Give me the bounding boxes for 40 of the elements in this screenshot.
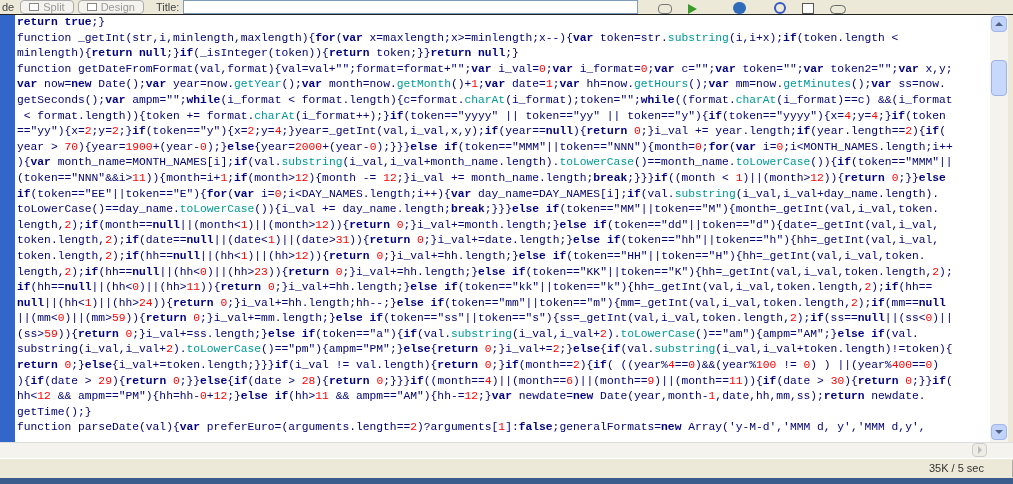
code-line: getSeconds();var ampm="";while(i_format < format.length){c=format.charAt(i_format);token="";while((format.charAt(i_format)==c) &&(i_format	[17, 92, 954, 108]
code-line: null||(hh<1)||(hh>24)){return 0;}i_val+=hh.length;hh--;}else if(token=="mm"||token=="m"){mm=_getInt(val,i_val,token.length,2);if(mm==null	[17, 295, 947, 311]
code-line: substring(i_val,i_val+2).toLowerCase()=="pm"){ampm="PM";}else{return 0;}i_val+=2;}else{if(val.substring(i_val,i_val+token.length)!=token){	[17, 342, 954, 358]
code-line: (ss>59)){return 0;}i_val+=ss.length;}else if(token=="a"){if(val.substring(i_val,i_val+2).toLowerCase()=="am"){ampm="AM";}else if(val.	[17, 326, 920, 342]
code-line: function parseDate(val){var preferEuro=(arguments.length==2)?arguments[1]:false;generalFormats=new Array('y-M-d','MMM d, y','MMM d,y',	[17, 420, 927, 436]
vertical-scrollbar[interactable]	[990, 15, 1008, 442]
code-line: year > 70){year=1900+(year-0);}else{year=2000+(year-0);}}}else if(token=="MMM"||token=="NNN"){month=0;for(var i=0;i<MONTH_NAMES.length;i++	[17, 139, 954, 155]
title-label: Title:	[155, 1, 180, 14]
scroll-down-icon[interactable]	[991, 424, 1007, 440]
code-line: < format.length)){token += format.charAt(i_format++);}if(token=="yyyy" || token=="yy" || token=="y"){if(token=="yyyy"){x=4;y=4;}if(token	[22, 108, 947, 124]
code-line: toLowerCase()==day_name.toLowerCase()){i_val += day_name.length;break;}}}else if(token=="MM"||token=="M"){month=_getInt(val,i_val,token.	[17, 202, 941, 218]
code-line: hh<12 && ampm=="PM"){hh=hh-0+12;}else if(hh>11 && ampm=="AM"){hh-=12;}var newdate=new Date(year,month-1,date,hh,mm,ss);return newdate.	[17, 389, 927, 405]
code-line: =="yy"){x=2;y=2;}if(token=="y"){x=2;y=4;}year=_getInt(val,i_val,x,y);if(year==null){return 0;}i_val += year.length;if(year.length==2){if(	[17, 124, 947, 140]
scroll-up-icon[interactable]	[991, 16, 1007, 32]
view-icon	[29, 3, 40, 11]
view-button[interactable]: Split	[20, 0, 74, 14]
code-line: token.length,2);if(hh==null||(hh<1)||(hh>12)){return 0;}i_val+=hh.length;}else if(token=="HH"||token=="H"){hh=_getInt(val,i_val,token.	[17, 248, 927, 264]
code-line: if(hh==null||(hh<0)||(hh>11)){return 0;}i_val+=hh.length;}else if(token=="kk"||token=="k"){hh=_getInt(val,i_val,token.length,2);if(hh==	[17, 280, 934, 296]
code-line: var now=new Date();var year=now.getYear();var month=now.getMonth()+1;var date=1;var hh=now.getHours();var mm=now.getMinutes();var ss=now.	[17, 77, 947, 93]
code-line: (token=="NNN"&&i>11)){month=i+1;if(month>12){month -= 12;}i_val += month_name.length;break;}}}if((month < 1)||(month>12)){return 0;}}else	[17, 170, 947, 186]
code-line: ){if(date > 29){return 0;}}else{if(date > 28){return 0;}}}if((month==4)||(month==6)||(month==9)||(month==11)){if(date > 30){return 0;}}if(	[17, 373, 954, 389]
code-line: ){var month_name=MONTH_NAMES[i];if(val.substring(i_val,i_val+month_name.length).toLowerCase()==month_name.toLowerCase()){if(token=="MMM"||	[17, 155, 954, 171]
view-button[interactable]: Design	[77, 0, 144, 14]
status-text: 35K / 5 sec	[928, 460, 1013, 477]
code-line: ||(mm<0)||(mm>59)){return 0;}i_val+=mm.length;}else if(token=="ss"||token=="s"){ss=_getInt(val,i_val,token.length,2);if(ss==null||(ss<0)||	[17, 311, 954, 327]
horizontal-scrollbar[interactable]	[0, 442, 1013, 458]
code-line: return 0;}else{i_val+=token.length;}}}if(i_val != val.length){return 0;}if(month==2){if( ((year%4==0)&&(year%100 != 0) ) ||(year%400==0)	[17, 358, 941, 374]
title-field[interactable]	[183, 0, 639, 14]
code-line: token.length,2);if(date==null||(date<1)||(date>31)){return 0;}i_val+=date.length;}else if(token=="hh"||token=="h"){hh=_getInt(val,i_val,	[17, 233, 941, 249]
code-line: minlength){return null;}if(_isInteger(token)){return token;}}return null;}	[17, 46, 520, 62]
code-tab-label[interactable]: de	[0, 1, 17, 14]
code-line: return true;}	[17, 15, 107, 30]
code-line: function _getInt(str,i,minlength,maxlength){for(var x=maxlength;x>=minlength;x--){var token=str.substring(i,i+x);if(token.length <	[17, 30, 900, 46]
code-line: length,2);if(hh==null||(hh<0)||(hh>23)){return 0;}i_val+=hh.length;}else if(token=="KK"||token=="K"){hh=_getInt(val,i_val,token.length,2);	[17, 264, 954, 280]
view-icon	[86, 3, 97, 11]
code-line: if(token=="EE"||token=="E"){for(var i=0;i<DAY_NAMES.length;i++){var day_name=DAY_NAMES[i];if(val.substring(i_val,i_val+day_name.length).	[17, 186, 941, 202]
code-line: getTime();}	[17, 404, 93, 420]
code-line: length,2);if(month==null||(month<1)||(month>12)){return 0;}i_val+=month.length;}else if(token=="dd"||token=="d"){date=_getInt(val,i_val,	[17, 217, 941, 233]
code-line: function getDateFromFormat(val,format){val=val+"";format=format+"";var i_val=0;var i_format=0;var c="";var token="";var token2="";var x,y;	[17, 61, 954, 77]
scroll-thumb[interactable]	[991, 60, 1007, 96]
